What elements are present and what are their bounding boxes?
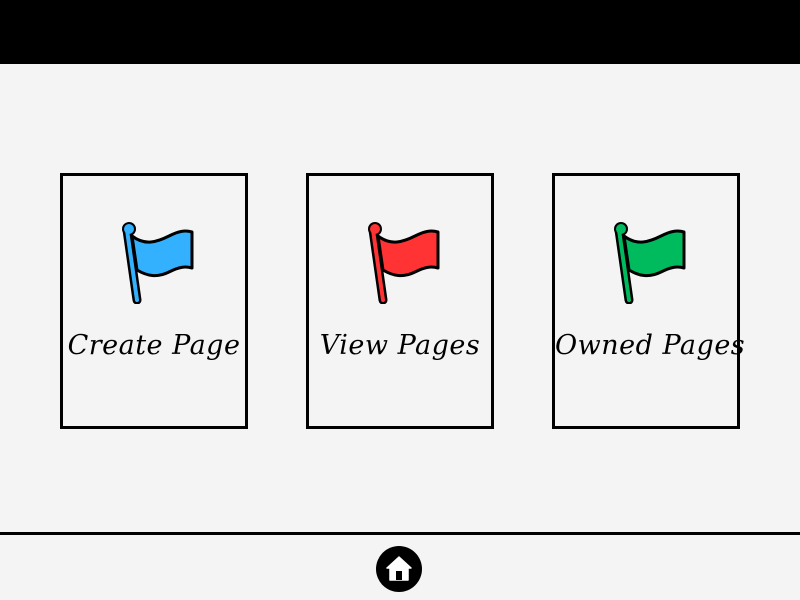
flag-icon xyxy=(122,222,194,304)
owned-pages-label: Owned Pages xyxy=(555,330,746,361)
owned-pages-card[interactable]: Owned Pages xyxy=(552,173,746,429)
home-icon xyxy=(386,556,412,581)
bottom-bar xyxy=(0,532,800,600)
flag-icon xyxy=(368,222,440,304)
home-button[interactable] xyxy=(376,546,422,592)
view-pages-label: View Pages xyxy=(319,330,481,361)
create-page-card[interactable]: Create Page xyxy=(60,173,248,429)
create-page-label: Create Page xyxy=(67,330,241,361)
top-bar xyxy=(0,0,800,64)
view-pages-card[interactable]: View Pages xyxy=(306,173,494,429)
flag-icon xyxy=(614,222,686,304)
